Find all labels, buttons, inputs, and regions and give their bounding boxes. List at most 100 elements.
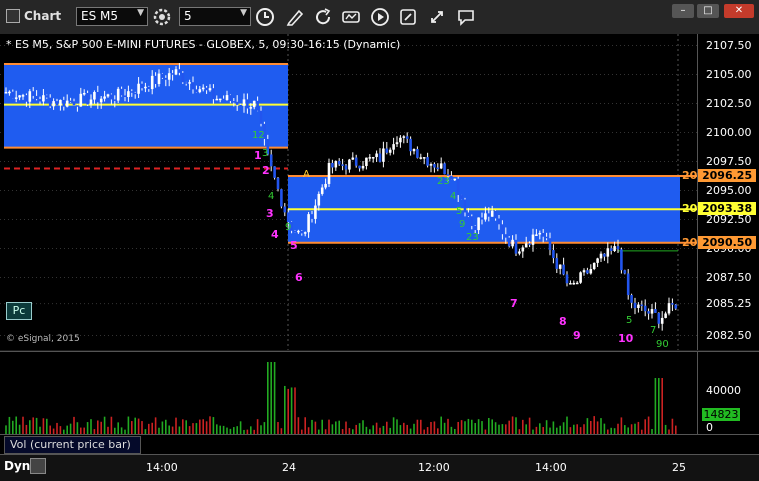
maximize-button[interactable]: □: [697, 4, 719, 18]
candle-body: [565, 274, 569, 284]
candle-body: [273, 166, 276, 178]
candle-body: [365, 157, 368, 166]
symbol-input[interactable]: ES M5 ▼: [76, 7, 148, 26]
candle-body: [375, 153, 378, 158]
candle-body: [103, 96, 106, 99]
minimize-button[interactable]: –: [672, 4, 694, 18]
time-axis[interactable]: [0, 454, 759, 481]
candle-body: [484, 213, 487, 220]
clock-icon[interactable]: [254, 6, 276, 28]
candle-body: [65, 100, 69, 107]
candle-body: [575, 282, 579, 285]
candle-body: [579, 272, 582, 283]
price-tick-label: 2107.50: [706, 38, 752, 52]
candle-body: [130, 91, 134, 93]
count-label-green: 7: [650, 325, 656, 336]
candle-body: [89, 99, 93, 105]
count-label-green: 3: [262, 148, 268, 159]
candle-body: [259, 110, 263, 124]
chevron-down-icon[interactable]: ▼: [240, 8, 247, 18]
note-icon[interactable]: [455, 6, 477, 28]
candle-body: [382, 148, 385, 162]
vol-tick-40000: 40000: [706, 384, 741, 397]
candle-body: [548, 238, 552, 251]
candle-body: [242, 99, 246, 106]
candle-body: [599, 253, 603, 259]
count-label-magenta: 7: [510, 297, 518, 310]
price-level-stub: 209: [682, 202, 705, 216]
interval-input[interactable]: 5 ▼: [179, 7, 251, 26]
count-label-magenta: 2: [262, 164, 270, 177]
pc-button[interactable]: Pc: [6, 302, 32, 320]
candle-body: [613, 246, 616, 252]
candle-body: [358, 165, 361, 169]
count-label-green: 23: [437, 176, 450, 187]
candle-body: [630, 295, 633, 303]
dynamic-label: Dyn: [4, 459, 31, 473]
candle-body: [28, 91, 32, 102]
candle-body: [310, 214, 314, 219]
candle-body: [490, 210, 494, 217]
settings-gear-icon[interactable]: [152, 7, 172, 27]
candle-body: [368, 157, 372, 159]
candle-body: [388, 149, 392, 153]
candle-body: [419, 157, 423, 159]
price-tick-label: 2082.50: [706, 328, 752, 342]
candle-body: [314, 205, 317, 219]
candle-body: [504, 234, 508, 238]
pencil-icon[interactable]: [284, 6, 306, 28]
candle-body: [239, 104, 242, 107]
candle-body: [497, 218, 501, 225]
candle-body: [59, 99, 62, 106]
volume-last-badge: 14823: [702, 408, 740, 421]
candle-body: [293, 230, 297, 233]
cursor-icon[interactable]: [426, 6, 448, 28]
play-icon[interactable]: [369, 6, 391, 28]
price-tick-label: 2100.00: [706, 125, 752, 139]
chevron-down-icon[interactable]: ▼: [137, 8, 144, 18]
price-chart-canvas[interactable]: 123456789 1012349A23459235790: [0, 34, 697, 350]
candle-body: [453, 178, 457, 181]
zoom-icon[interactable]: [30, 458, 46, 474]
price-level-badge: 2096.25: [698, 169, 757, 182]
candle-body: [147, 86, 151, 90]
price-tick-label: 2095.00: [706, 183, 752, 197]
candle-body: [552, 250, 555, 259]
candle-body: [623, 270, 627, 274]
price-tick-label: 2087.50: [706, 270, 752, 284]
candle-body: [246, 99, 249, 109]
count-label-magenta: 6: [295, 271, 303, 284]
candle-body: [303, 232, 307, 234]
candle-body: [426, 157, 429, 166]
candle-body: [86, 92, 89, 105]
candle-body: [38, 99, 42, 102]
link-icon[interactable]: [397, 6, 419, 28]
candle-body: [280, 189, 283, 207]
candle-body: [514, 239, 518, 254]
candle-body: [181, 72, 185, 83]
close-button[interactable]: ✕: [724, 4, 754, 18]
candle-body: [660, 317, 664, 324]
refresh-icon[interactable]: [312, 6, 334, 28]
candle-body: [378, 153, 382, 162]
candle-body: [429, 164, 433, 166]
candle-body: [14, 97, 18, 99]
candle-body: [76, 105, 79, 107]
candle-body: [62, 99, 66, 107]
candle-body: [232, 101, 236, 103]
candle-body: [144, 86, 147, 89]
candle-body: [562, 264, 565, 275]
candle-body: [331, 162, 334, 168]
candle-body: [127, 91, 130, 97]
volume-study-label[interactable]: Vol (current price bar): [4, 436, 141, 454]
candle-body: [395, 142, 399, 145]
candle-body: [538, 232, 542, 235]
candle-body: [467, 212, 470, 217]
candle-body: [511, 239, 514, 247]
candle-body: [535, 234, 538, 236]
volume-bars: [5, 362, 677, 434]
candle-body: [473, 225, 477, 231]
study-icon[interactable]: [340, 6, 362, 28]
candle-body: [626, 273, 630, 296]
price-tick-label: 2085.25: [706, 296, 752, 310]
